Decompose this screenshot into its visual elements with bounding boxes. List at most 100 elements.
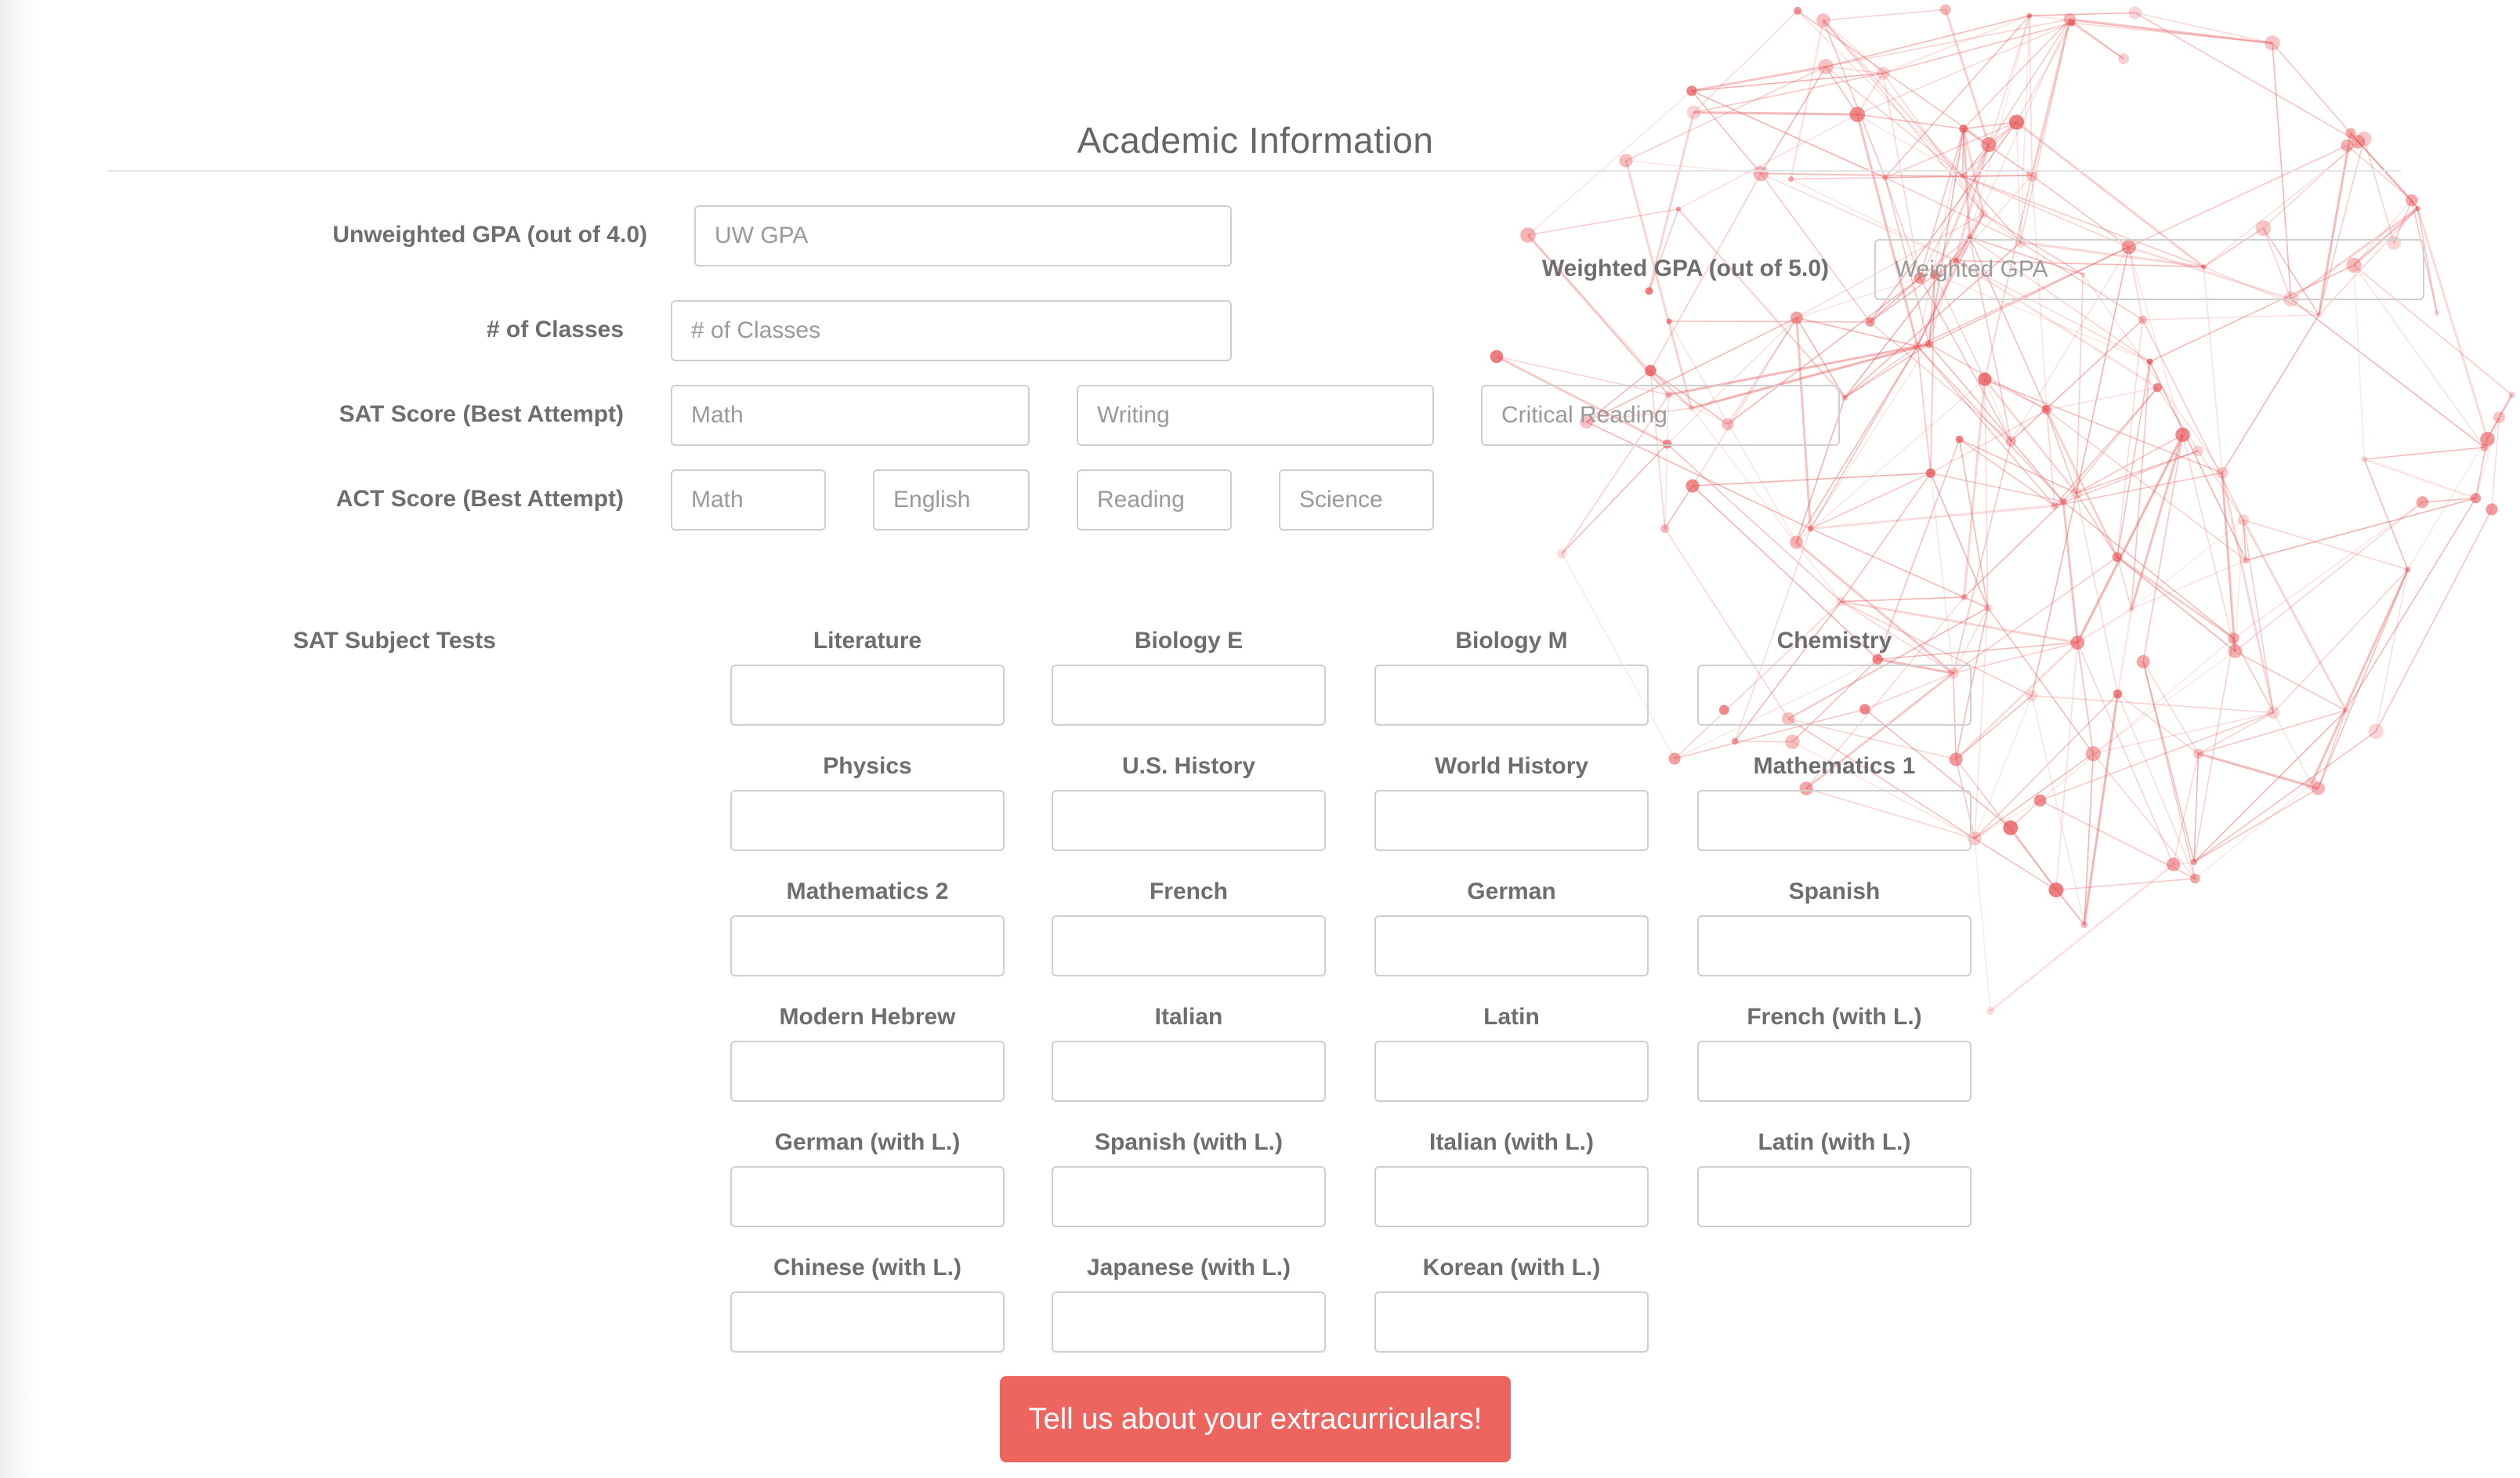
- subject-test-input-spanish[interactable]: [1697, 915, 1971, 976]
- network-link: [1692, 472, 1931, 487]
- network-link: [1974, 693, 2119, 839]
- subject-test-input-french[interactable]: [1052, 915, 1326, 976]
- network-node: [1865, 317, 1875, 327]
- subject-test-label-french: French: [1149, 878, 1229, 904]
- network-link: [1958, 439, 1989, 608]
- network-node: [2480, 432, 2495, 447]
- network-node: [1731, 737, 1739, 745]
- subject-test-input-mathematics-1[interactable]: [1697, 790, 1971, 851]
- subject-test-label-french-with-l: French (with L.): [1747, 1004, 1922, 1030]
- network-node: [2166, 857, 2181, 871]
- act-math-input[interactable]: [671, 469, 826, 531]
- subject-test-input-chinese-with-l[interactable]: [730, 1291, 1005, 1353]
- network-link: [2076, 450, 2199, 494]
- network-link: [2142, 314, 2319, 321]
- classes-input[interactable]: [671, 300, 1232, 361]
- network-node: [2146, 358, 2153, 365]
- network-node: [2342, 707, 2349, 714]
- network-link: [1823, 9, 1946, 21]
- network-link: [2198, 712, 2274, 755]
- subject-test-input-biology-e[interactable]: [1052, 665, 1326, 726]
- subject-test-label-korean-with-l: Korean (with L.): [1422, 1255, 1601, 1281]
- subject-test-input-modern-hebrew[interactable]: [730, 1041, 1005, 1102]
- subject-test-label-literature: Literature: [813, 628, 922, 654]
- network-link: [1883, 22, 2073, 74]
- network-node: [2080, 921, 2088, 929]
- network-node: [2315, 312, 2322, 318]
- classes-label: # of Classes: [486, 317, 624, 342]
- subject-test-label-world-history: World History: [1434, 753, 1589, 779]
- network-link: [2232, 502, 2423, 639]
- network-node: [2434, 310, 2440, 317]
- network-node: [1816, 13, 1830, 27]
- network-link: [2134, 12, 2273, 44]
- network-node: [2026, 690, 2038, 702]
- network-node: [2136, 654, 2150, 668]
- network-node: [2406, 194, 2418, 207]
- subject-test-input-spanish-with-l[interactable]: [1052, 1166, 1326, 1227]
- network-link: [2116, 694, 2196, 879]
- network-link: [2194, 783, 2312, 879]
- subject-test-input-u-s-history[interactable]: [1052, 790, 1326, 851]
- network-link: [1691, 72, 1884, 92]
- network-node: [1882, 175, 1888, 181]
- subject-test-input-italian-with-l[interactable]: [1374, 1166, 1649, 1227]
- network-node: [2118, 53, 2129, 64]
- network-node: [1924, 340, 1933, 349]
- subject-test-label-latin-with-l: Latin (with L.): [1758, 1129, 1911, 1155]
- network-link: [2142, 661, 2195, 863]
- subject-test-input-french-with-l[interactable]: [1697, 1041, 1971, 1102]
- network-node: [2192, 445, 2203, 457]
- sat-math-input[interactable]: [671, 385, 1030, 446]
- subject-test-input-biology-m[interactable]: [1374, 665, 1649, 726]
- subject-test-input-german[interactable]: [1374, 915, 1649, 976]
- network-node: [2228, 632, 2239, 644]
- network-link: [1917, 346, 1932, 473]
- act-reading-input[interactable]: [1077, 469, 1232, 531]
- subject-test-input-latin[interactable]: [1374, 1041, 1649, 1102]
- subject-test-input-korean-with-l[interactable]: [1374, 1291, 1649, 1353]
- sat-writing-input[interactable]: [1077, 385, 1434, 446]
- network-link: [2082, 274, 2223, 473]
- network-link: [1561, 444, 1668, 554]
- network-link: [2363, 458, 2476, 500]
- subject-test-label-italian: Italian: [1154, 1004, 1223, 1030]
- unweighted-gpa-input[interactable]: [694, 205, 1232, 266]
- network-node: [2003, 820, 2019, 835]
- subject-test-input-japanese-with-l[interactable]: [1052, 1291, 1326, 1353]
- network-link: [2363, 458, 2409, 570]
- network-node: [2405, 566, 2411, 573]
- network-node: [1925, 468, 1935, 478]
- network-node: [2051, 502, 2058, 509]
- act-science-input[interactable]: [1279, 469, 1434, 531]
- subject-test-input-german-with-l[interactable]: [730, 1166, 1005, 1227]
- network-link: [1810, 504, 2055, 531]
- sat-critical-reading-input[interactable]: [1481, 385, 1840, 446]
- network-node: [2128, 606, 2134, 612]
- network-link: [2243, 519, 2409, 571]
- act-english-input[interactable]: [873, 469, 1030, 531]
- extracurriculars-button[interactable]: Tell us about your extracurriculars!: [1000, 1376, 1511, 1462]
- subject-test-input-italian[interactable]: [1052, 1041, 1326, 1102]
- network-node: [1668, 752, 1681, 765]
- network-link: [2116, 361, 2151, 557]
- weighted-gpa-input[interactable]: [1874, 239, 2424, 300]
- network-link: [1691, 65, 1827, 92]
- subject-test-input-physics[interactable]: [730, 790, 1005, 851]
- network-node: [2190, 873, 2200, 884]
- network-link: [2290, 299, 2486, 448]
- network-link: [1974, 695, 2033, 839]
- subject-test-input-chemistry[interactable]: [1697, 665, 1971, 726]
- subject-test-label-physics: Physics: [823, 753, 912, 779]
- network-link: [2055, 642, 2079, 890]
- subject-test-input-world-history[interactable]: [1374, 790, 1649, 851]
- network-node: [1978, 372, 1992, 386]
- subject-test-label-u-s-history: U.S. History: [1121, 753, 1256, 779]
- network-link: [1677, 208, 1846, 399]
- network-node: [2041, 404, 2052, 415]
- subject-test-input-literature[interactable]: [730, 665, 1005, 726]
- subject-test-input-latin-with-l[interactable]: [1697, 1166, 1971, 1227]
- network-node: [1660, 523, 1670, 533]
- network-link: [2029, 12, 2135, 16]
- subject-test-input-mathematics-2[interactable]: [730, 915, 1005, 976]
